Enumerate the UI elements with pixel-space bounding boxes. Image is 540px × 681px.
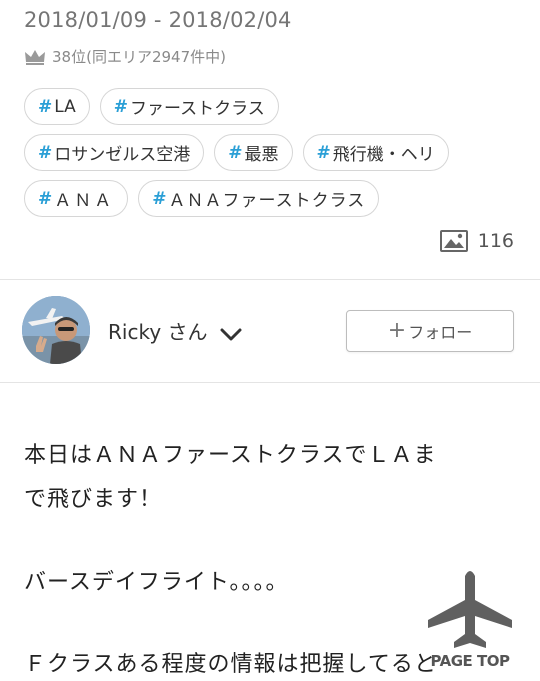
tag-label: ロサンゼルス空港 [54,145,191,165]
tag-label: 飛行機・ヘリ [332,145,435,165]
author-name-menu[interactable]: Ricky さん [108,316,242,345]
avatar[interactable] [22,296,90,364]
tag-label: ＡＮＡファーストクラス [168,191,366,211]
photo-count-value: 116 [477,230,514,252]
tag-row: # ロサンゼルス空港 # 最悪 # 飛行機・ヘリ [24,134,524,171]
hash-mark: # [152,188,167,209]
chevron-down-icon [220,323,242,341]
tag-ana-first-class[interactable]: # ＡＮＡファーストクラス [138,180,380,217]
tag-la[interactable]: # LA [24,88,90,125]
divider [0,382,540,383]
tag-ana[interactable]: # ＡＮＡ [24,180,129,217]
tag-label: ＡＮＡ [54,191,115,211]
tag-aircraft-heli[interactable]: # 飛行機・ヘリ [302,134,449,171]
post-text-line: 本日はＡＮＡファーストクラスでＬＡま [24,443,437,468]
ranking-row: 38位(同エリア2947件中) [24,46,226,67]
author-profile[interactable]: Ricky さん [22,296,242,364]
tag-label: LA [54,96,76,117]
tag-row: # ＡＮＡ # ＡＮＡファーストクラス [24,180,524,217]
follow-label: フォロー [408,323,473,342]
tag-first-class[interactable]: # ファーストクラス [99,88,279,125]
tag-label: 最悪 [244,145,279,165]
plus-icon: + [387,318,407,343]
follow-button[interactable]: + フォロー [346,310,514,352]
photo-count[interactable]: 116 [439,230,514,252]
crown-icon [24,49,46,65]
tag-label: ファーストクラス [130,99,265,119]
hash-mark: # [228,142,243,163]
image-icon [439,230,468,252]
tag-worst[interactable]: # 最悪 [214,134,293,171]
hash-mark: # [38,188,53,209]
author-name: Ricky さん [108,319,208,344]
tag-row: # LA # ファーストクラス [24,88,524,125]
post-text-line: で飛びます！ [24,487,163,512]
hash-mark: # [316,142,331,163]
page-top-label[interactable]: PAGE TOP [420,652,520,670]
hash-mark: # [38,96,53,117]
post-text-line: バースデイフライト。。。。 [24,570,289,595]
divider [0,279,540,280]
date-range: 2018/01/09 - 2018/02/04 [24,8,292,32]
hash-mark: # [113,96,128,117]
hash-mark: # [38,142,53,163]
post-text-line: Ｆクラスある程度の情報は把握してると [24,652,437,677]
rank-text: 38位(同エリア2947件中) [52,48,226,66]
tag-list: # LA # ファーストクラス # ロサンゼルス空港 # 最悪 # 飛行機・ヘリ # ＡＮＡ… [24,88,524,226]
tag-lax-airport[interactable]: # ロサンゼルス空港 [24,134,205,171]
